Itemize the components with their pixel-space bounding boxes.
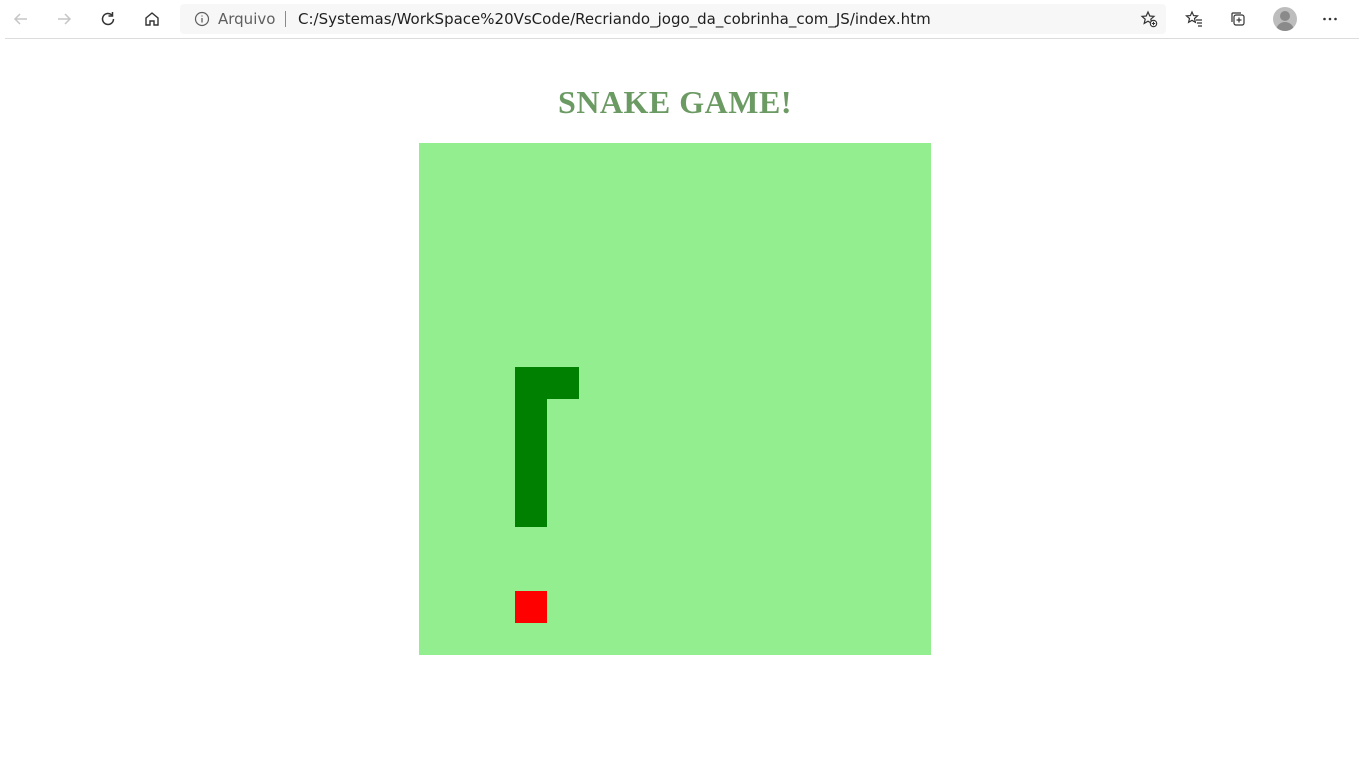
browser-toolbar: Arquivo C:/Systemas/WorkSpace%20VsCode/R… — [5, 0, 1359, 39]
food — [515, 591, 547, 623]
snake-segment — [515, 463, 547, 495]
snake-segment — [515, 431, 547, 463]
favorites-icon — [1185, 10, 1202, 27]
profile-avatar[interactable] — [1273, 7, 1297, 31]
address-url[interactable]: C:/Systemas/WorkSpace%20VsCode/Recriando… — [298, 10, 931, 28]
address-bar[interactable]: Arquivo C:/Systemas/WorkSpace%20VsCode/R… — [180, 4, 1166, 34]
forward-icon — [58, 13, 72, 25]
game-board[interactable] — [419, 143, 931, 655]
snake-segment — [547, 367, 579, 399]
home-icon — [145, 12, 159, 26]
back-icon — [13, 13, 27, 25]
page-title: SNAKE GAME! — [558, 84, 792, 120]
back-button[interactable] — [5, 4, 37, 34]
favorites-button[interactable] — [1178, 4, 1210, 34]
info-icon[interactable] — [194, 11, 210, 27]
refresh-icon — [101, 12, 115, 26]
snake-head — [515, 367, 547, 399]
address-scheme-label: Arquivo — [218, 10, 276, 28]
home-button[interactable] — [136, 4, 168, 34]
refresh-button[interactable] — [92, 4, 124, 34]
more-icon — [1323, 17, 1337, 21]
collections-button[interactable] — [1222, 4, 1254, 34]
avatar-head — [1280, 11, 1290, 21]
avatar-body — [1276, 22, 1294, 31]
collections-icon — [1231, 12, 1245, 26]
more-button[interactable] — [1314, 4, 1346, 34]
add-favorite-icon[interactable] — [1140, 10, 1158, 28]
snake-segment — [515, 495, 547, 527]
address-separator — [285, 11, 286, 27]
forward-button[interactable] — [48, 4, 80, 34]
snake-segment — [515, 399, 547, 431]
